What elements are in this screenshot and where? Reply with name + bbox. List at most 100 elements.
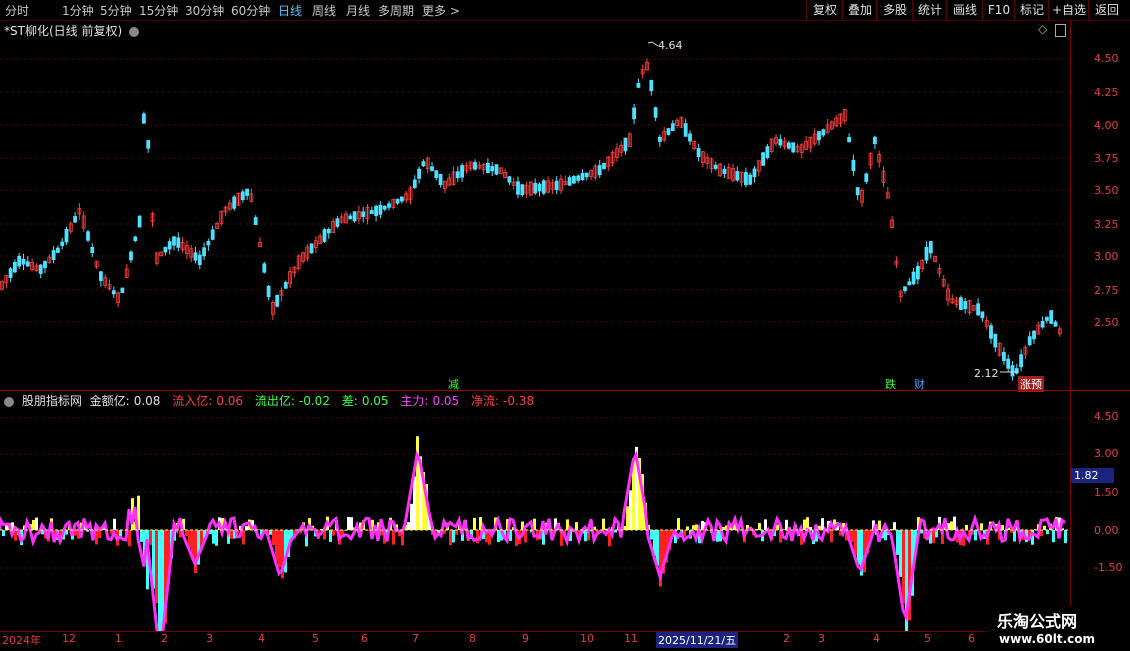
- period-monthly[interactable]: 月线: [346, 2, 370, 19]
- inflow-bar: [950, 521, 953, 530]
- candle-body: [873, 137, 876, 143]
- chevron-down-icon[interactable]: [4, 397, 14, 407]
- candle-body: [431, 167, 434, 171]
- diamond-icon[interactable]: ◇: [1038, 22, 1047, 36]
- draw-line-button[interactable]: 画线: [946, 0, 983, 20]
- price-axis: [1070, 20, 1130, 390]
- price-tick: 4.50: [1094, 52, 1119, 65]
- time-axis-label: 6: [968, 632, 975, 645]
- outflow-bar: [230, 530, 233, 539]
- candle-body: [379, 205, 382, 214]
- period-5min[interactable]: 5分钟: [100, 2, 132, 19]
- candle-body: [233, 197, 236, 208]
- candle-body: [1002, 352, 1005, 360]
- candle-body: [994, 334, 997, 347]
- inflow-bar: [602, 519, 605, 530]
- candle-body: [753, 169, 756, 177]
- add-watchlist-button[interactable]: +自选: [1048, 0, 1089, 20]
- candle-body: [65, 229, 68, 242]
- indicator-tick: 0.00: [1094, 524, 1119, 537]
- candle-body: [977, 304, 980, 315]
- candle-body: [211, 230, 214, 240]
- overlay-button[interactable]: 叠加: [842, 0, 877, 20]
- candle-body: [925, 247, 928, 260]
- candle-body: [766, 147, 769, 158]
- candle-body: [581, 173, 584, 179]
- inflow-bar: [416, 436, 419, 530]
- window-restore-icon[interactable]: [1055, 24, 1066, 37]
- inflow-bar: [407, 522, 410, 530]
- period-multi[interactable]: 多周期: [378, 2, 414, 19]
- outflow-bar: [278, 530, 281, 567]
- candle-body: [736, 171, 739, 180]
- candle-body: [284, 282, 287, 288]
- outflow-bar: [974, 530, 977, 540]
- inflow-bar: [347, 517, 350, 530]
- inflow-bar: [758, 523, 761, 530]
- candle-body: [254, 218, 257, 225]
- period-fenshi[interactable]: 分时: [5, 2, 29, 19]
- candle-body: [650, 80, 653, 90]
- candle-body: [697, 149, 700, 157]
- period-weekly[interactable]: 周线: [312, 2, 336, 19]
- outflow-bar: [128, 530, 131, 546]
- candle-body: [461, 165, 464, 177]
- candle-body: [39, 265, 42, 273]
- candle-body: [203, 248, 206, 256]
- inflow-bar: [473, 518, 476, 530]
- candle-body: [517, 182, 520, 194]
- candle-body: [22, 259, 25, 264]
- watermark: 乐淘公式网 www.60lt.com: [985, 606, 1130, 650]
- candle-body: [267, 286, 270, 296]
- price-tick: 4.00: [1094, 119, 1119, 132]
- inflow-bar: [35, 518, 38, 530]
- net-flow-label: 净流:-0.38: [471, 394, 538, 408]
- time-axis-label: 3: [818, 632, 825, 645]
- period-30min[interactable]: 30分钟: [185, 2, 224, 19]
- period-15min[interactable]: 15分钟: [139, 2, 178, 19]
- candle-body: [990, 326, 993, 339]
- outflow-bar: [215, 530, 218, 546]
- f10-button[interactable]: F10: [982, 0, 1015, 20]
- candle-body: [491, 167, 494, 171]
- price-tick: 3.25: [1094, 218, 1119, 231]
- outflow-bar: [857, 530, 860, 565]
- candle-body: [87, 232, 90, 241]
- indicator-chart[interactable]: [0, 408, 1070, 631]
- candlestick-chart[interactable]: [0, 20, 1070, 390]
- outflow-bar: [902, 530, 905, 603]
- time-axis-label: 3: [206, 632, 213, 645]
- outflow-bar: [452, 530, 455, 542]
- outflow-bar: [275, 530, 278, 561]
- candle-body: [964, 301, 967, 308]
- candle-body: [667, 129, 670, 135]
- inflow-bar: [764, 519, 767, 530]
- candle-body: [276, 295, 279, 306]
- outflow-bar: [155, 530, 158, 603]
- mark-button[interactable]: 标记: [1014, 0, 1049, 20]
- candle-body: [439, 174, 442, 184]
- candle-body: [818, 132, 821, 140]
- candle-body: [13, 262, 16, 272]
- period-daily[interactable]: 日线: [278, 2, 302, 19]
- outflow-bar: [1013, 530, 1016, 542]
- multi-stock-button[interactable]: 多股: [876, 0, 913, 20]
- indicator-tick: -1.50: [1094, 561, 1122, 574]
- price-tick: 4.25: [1094, 86, 1119, 99]
- candle-body: [207, 241, 210, 245]
- period-60min[interactable]: 60分钟: [231, 2, 270, 19]
- back-button[interactable]: 返回: [1088, 0, 1125, 20]
- stats-button[interactable]: 统计: [912, 0, 947, 20]
- outflow-bar: [449, 530, 452, 545]
- candle-body: [1020, 355, 1023, 367]
- candle-body: [1041, 321, 1044, 327]
- candle-body: [91, 247, 94, 252]
- fuquan-button[interactable]: 复权: [806, 0, 843, 20]
- candle-body: [624, 138, 627, 151]
- candle-body: [9, 269, 12, 278]
- period-more[interactable]: 更多 >: [422, 2, 460, 19]
- main-force-label: 主力:0.05: [400, 394, 463, 408]
- period-1min[interactable]: 1分钟: [62, 2, 94, 19]
- chevron-down-icon[interactable]: [129, 27, 139, 37]
- candle-body: [456, 172, 459, 178]
